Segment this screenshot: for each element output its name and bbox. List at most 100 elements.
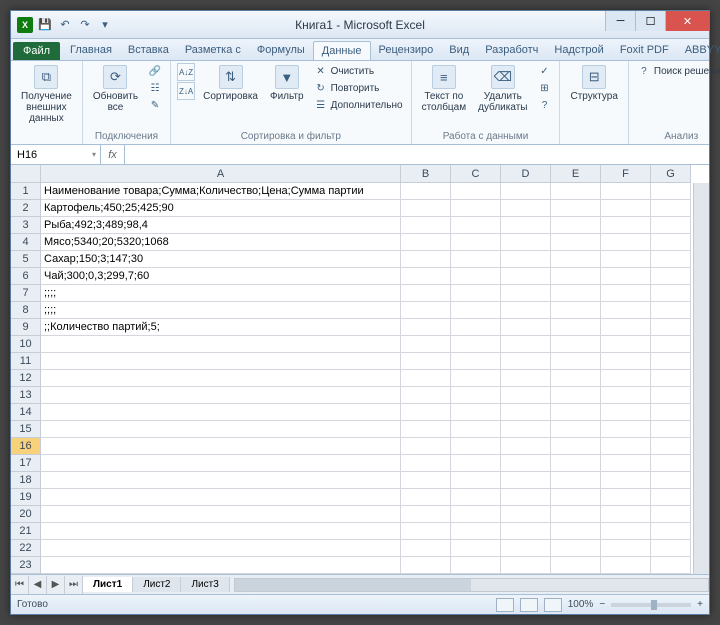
cell[interactable]	[601, 336, 651, 353]
undo-icon[interactable]: ↶	[57, 17, 73, 33]
cell[interactable]	[451, 455, 501, 472]
cell[interactable]	[451, 200, 501, 217]
cell[interactable]	[41, 506, 401, 523]
refresh-all-button[interactable]: ⟳ Обновить все	[89, 63, 142, 115]
cell[interactable]	[451, 336, 501, 353]
tab-формулы[interactable]: Формулы	[249, 41, 313, 60]
connections-button[interactable]: 🔗	[146, 63, 164, 79]
close-button[interactable]: ✕	[665, 11, 709, 31]
maximize-button[interactable]: ☐	[635, 11, 665, 31]
cell[interactable]	[551, 370, 601, 387]
row-header-8[interactable]: 8	[11, 302, 41, 319]
cell[interactable]	[41, 438, 401, 455]
cell[interactable]	[401, 387, 451, 404]
cell[interactable]	[501, 217, 551, 234]
row-header-11[interactable]: 11	[11, 353, 41, 370]
cell[interactable]	[401, 370, 451, 387]
cell[interactable]	[451, 489, 501, 506]
cell[interactable]	[451, 540, 501, 557]
cell[interactable]	[501, 523, 551, 540]
select-all-corner[interactable]	[11, 165, 41, 183]
sheet-nav-first[interactable]: ⏮	[11, 576, 29, 594]
col-header-D[interactable]: D	[501, 165, 551, 183]
cell[interactable]	[501, 506, 551, 523]
cell[interactable]	[451, 234, 501, 251]
cell[interactable]	[401, 319, 451, 336]
cell[interactable]	[401, 234, 451, 251]
cell[interactable]	[551, 302, 601, 319]
text-to-columns-button[interactable]: ≡ Текст по столбцам	[418, 63, 471, 115]
cell[interactable]	[451, 438, 501, 455]
cell[interactable]	[601, 421, 651, 438]
cell[interactable]	[551, 234, 601, 251]
cell[interactable]	[501, 438, 551, 455]
name-box[interactable]: H16	[11, 145, 101, 164]
cell[interactable]	[651, 387, 691, 404]
advanced-filter-button[interactable]: ☰Дополнительно	[312, 97, 405, 113]
cell[interactable]	[501, 336, 551, 353]
row-header-17[interactable]: 17	[11, 455, 41, 472]
cell[interactable]	[601, 302, 651, 319]
cell[interactable]	[41, 455, 401, 472]
cell[interactable]	[551, 319, 601, 336]
cell[interactable]	[401, 200, 451, 217]
cell[interactable]	[601, 489, 651, 506]
cell[interactable]	[551, 285, 601, 302]
cell[interactable]	[41, 336, 401, 353]
tab-foxit pdf[interactable]: Foxit PDF	[612, 41, 677, 60]
cell[interactable]	[601, 217, 651, 234]
cell[interactable]	[551, 404, 601, 421]
cell[interactable]: Сахар;150;3;147;30	[41, 251, 401, 268]
sort-asc-button[interactable]: A↓Z	[177, 63, 195, 81]
page-break-view-button[interactable]	[544, 598, 562, 612]
cell[interactable]	[501, 540, 551, 557]
row-header-18[interactable]: 18	[11, 472, 41, 489]
sheet-tab-Лист3[interactable]: Лист3	[181, 577, 229, 592]
cell[interactable]	[501, 200, 551, 217]
cell[interactable]	[41, 523, 401, 540]
cell[interactable]: ;;;;	[41, 285, 401, 302]
cell[interactable]	[651, 302, 691, 319]
tab-данные[interactable]: Данные	[313, 41, 371, 60]
cell[interactable]	[601, 234, 651, 251]
row-header-10[interactable]: 10	[11, 336, 41, 353]
cell[interactable]: Картофель;450;25;425;90	[41, 200, 401, 217]
zoom-in-button[interactable]: +	[697, 599, 703, 610]
edit-links-button[interactable]: ✎	[146, 97, 164, 113]
cell[interactable]	[551, 455, 601, 472]
cell[interactable]	[451, 302, 501, 319]
row-header-1[interactable]: 1	[11, 183, 41, 200]
cell[interactable]	[551, 200, 601, 217]
cell[interactable]	[451, 285, 501, 302]
row-header-15[interactable]: 15	[11, 421, 41, 438]
cell[interactable]	[651, 506, 691, 523]
cell[interactable]	[551, 251, 601, 268]
cell[interactable]	[601, 370, 651, 387]
sheet-nav-prev[interactable]: ◀	[29, 576, 47, 594]
cell[interactable]	[651, 421, 691, 438]
cell[interactable]	[41, 404, 401, 421]
cell[interactable]	[601, 472, 651, 489]
zoom-out-button[interactable]: −	[599, 599, 605, 610]
reapply-button[interactable]: ↻Повторить	[312, 80, 405, 96]
cell[interactable]	[401, 336, 451, 353]
cell[interactable]	[451, 251, 501, 268]
cell[interactable]	[501, 183, 551, 200]
cell[interactable]	[651, 472, 691, 489]
cell[interactable]	[501, 319, 551, 336]
cell[interactable]	[41, 421, 401, 438]
row-header-7[interactable]: 7	[11, 285, 41, 302]
cell[interactable]	[41, 353, 401, 370]
consolidate-button[interactable]: ⊞	[535, 80, 553, 96]
cell[interactable]	[651, 285, 691, 302]
cell[interactable]	[551, 217, 601, 234]
cell[interactable]	[451, 268, 501, 285]
qat-more-icon[interactable]: ▾	[97, 17, 113, 33]
row-header-12[interactable]: 12	[11, 370, 41, 387]
cell[interactable]	[601, 404, 651, 421]
cell[interactable]	[501, 421, 551, 438]
external-data-button[interactable]: ⧉ Получение внешних данных	[17, 63, 76, 126]
cell[interactable]	[401, 268, 451, 285]
cell[interactable]	[651, 370, 691, 387]
worksheet-grid[interactable]: ABCDEFG1Наименование товара;Сумма;Количе…	[11, 165, 709, 574]
